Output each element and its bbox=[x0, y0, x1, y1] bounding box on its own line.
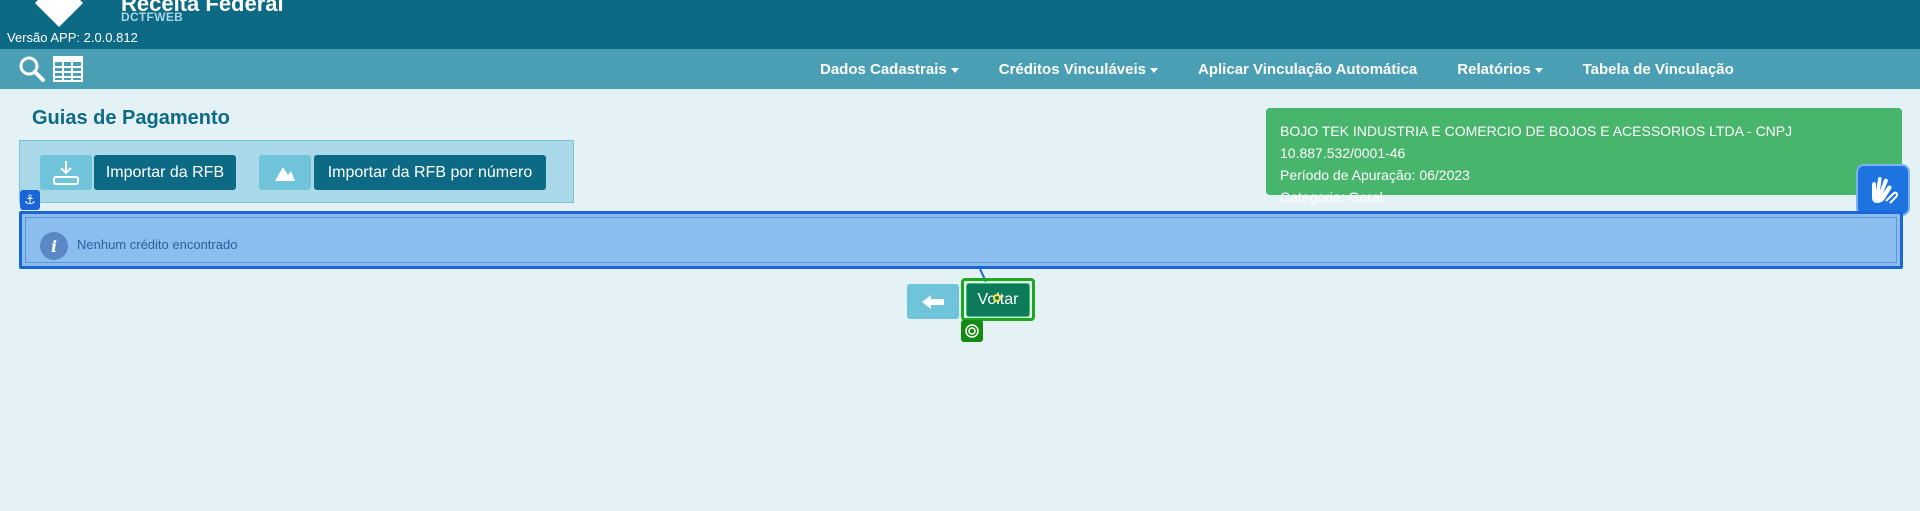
nav-relatorios[interactable]: Relatórios bbox=[1457, 60, 1543, 78]
import-panel: Importar da RFB Importar da RFB por núme… bbox=[19, 140, 574, 203]
no-credit-alert: i Nenhum crédito encontrado bbox=[19, 211, 1903, 269]
target-icon bbox=[961, 320, 983, 342]
import-rfb-number-button[interactable]: Importar da RFB por número bbox=[314, 155, 546, 190]
app-version: Versão APP: 2.0.0.812 bbox=[7, 30, 138, 45]
back-arrow-icon[interactable] bbox=[907, 284, 959, 319]
company-name-cnpj: BOJO TEK INDUSTRIA E COMERCIO DE BOJOS E… bbox=[1280, 123, 1793, 161]
nav-item-label: Créditos Vinculáveis bbox=[998, 60, 1147, 78]
caret-down-icon bbox=[1534, 67, 1543, 73]
brand-subtitle: DCTFWEB bbox=[121, 10, 184, 24]
nav-item-label: Relatórios bbox=[1457, 60, 1531, 78]
nav-tabela-vinculacao[interactable]: Tabela de Vinculação bbox=[1583, 61, 1734, 78]
main-navbar: Dados Cadastrais Créditos Vinculáveis Ap… bbox=[0, 49, 1920, 89]
alert-message: Nenhum crédito encontrado bbox=[77, 237, 238, 252]
periodo-apuracao: Período de Apuração: 06/2023 bbox=[1280, 167, 1470, 183]
nav-creditos-vinculaveis[interactable]: Créditos Vinculáveis bbox=[998, 60, 1159, 78]
page-title: Guias de Pagamento bbox=[32, 107, 230, 129]
company-info-box: BOJO TEK INDUSTRIA E COMERCIO DE BOJOS E… bbox=[1266, 108, 1902, 205]
caret-down-icon bbox=[1150, 67, 1159, 73]
nav-item-label: Tabela de Vinculação bbox=[1582, 60, 1734, 78]
import-number-icon[interactable] bbox=[259, 155, 311, 190]
download-icon[interactable] bbox=[40, 155, 92, 190]
top-header: Receita Federal DCTFWEB Versão APP: 2.0.… bbox=[0, 0, 1920, 49]
nav-dados-cadastrais[interactable]: Dados Cadastrais bbox=[820, 61, 959, 78]
nav-item-label: Dados Cadastrais bbox=[820, 60, 947, 78]
sign-language-hand-icon[interactable] bbox=[1858, 166, 1908, 214]
search-icon[interactable] bbox=[18, 56, 46, 87]
alert-inner: i Nenhum crédito encontrado bbox=[25, 217, 1897, 263]
nav-item-label: Aplicar Vinculação Automática bbox=[1198, 60, 1418, 78]
cursor-dot-icon bbox=[993, 294, 1001, 302]
table-icon[interactable] bbox=[53, 56, 83, 87]
caret-down-icon bbox=[950, 67, 959, 73]
nav-aplicar-vinculacao[interactable]: Aplicar Vinculação Automática bbox=[1198, 61, 1417, 78]
anchor-icon: ⚓ bbox=[20, 190, 40, 210]
import-rfb-button[interactable]: Importar da RFB bbox=[94, 155, 236, 190]
nav-menu: Dados Cadastrais Créditos Vinculáveis Ap… bbox=[820, 49, 1774, 89]
info-icon: i bbox=[40, 232, 68, 260]
receita-logo-icon bbox=[34, 0, 84, 28]
categoria: Categoria: Geral bbox=[1280, 189, 1383, 205]
